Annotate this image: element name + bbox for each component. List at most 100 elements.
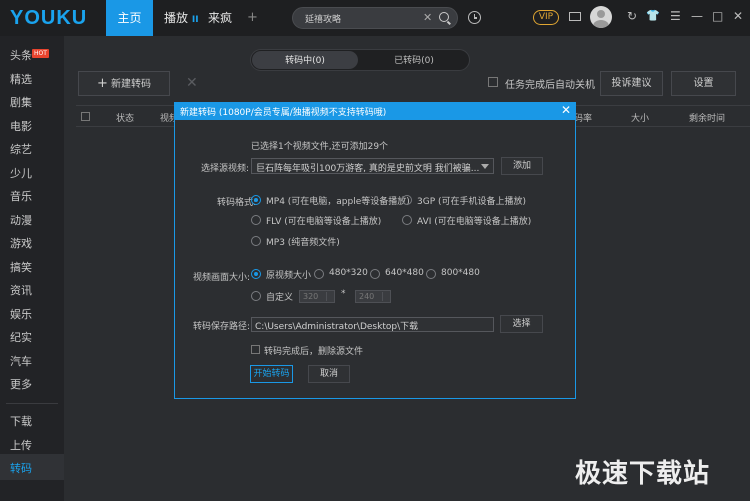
delete-source-checkbox[interactable] [251,345,260,354]
dialog-title: 新建转码 (1080P/会员专属/独播视频不支持转码哦) [180,108,387,118]
format-label: 转码格式: [217,198,257,208]
search-input[interactable]: 延禧攻略 [305,12,341,25]
add-tab-icon[interactable]: + [247,0,258,36]
delete-icon[interactable]: ✕ [186,75,198,91]
save-path-input[interactable]: C:\Users\Administrator\Desktop\下载 [251,317,494,332]
tab-play-label: 播放 [164,11,189,25]
size-original-label: 原视频大小 [266,271,312,281]
dialog-title-bar[interactable]: 新建转码 (1080P/会员专属/独播视频不支持转码哦) ✕ [175,103,575,120]
sidebar-item[interactable]: 资讯 [10,282,32,298]
size-custom-label: 自定义 [266,293,294,303]
vip-badge[interactable]: VIP [533,10,559,25]
sidebar-item-transcode[interactable]: 转码 [0,454,64,480]
dialog-close-icon[interactable]: ✕ [561,103,571,117]
close-icon[interactable]: ✕ [733,9,743,23]
sidebar-item[interactable]: 音乐 [10,188,32,204]
choose-path-button[interactable]: 选择 [500,315,543,333]
transcode-segment: 转码中(0) 已转码(0) [250,49,470,71]
sidebar-divider [6,403,58,404]
auto-shutdown-label: 任务完成后自动关机 [505,80,595,91]
chevron-down-icon [481,164,489,169]
custom-width-stepper[interactable]: 320 [299,290,335,303]
format-mp3-label: MP3 (纯音频文件) [266,238,340,248]
sidebar-item[interactable]: 综艺 [10,141,32,157]
youku-logo[interactable]: YOUKU [10,7,87,30]
size-480x320-label: 480*320 [329,268,368,278]
mail-icon[interactable] [569,12,581,21]
size-label: 视频画面大小: [193,273,251,283]
maximize-icon[interactable]: □ [712,9,723,23]
start-transcode-button[interactable]: 开始转码 [250,365,293,383]
feedback-button[interactable]: 投诉建议 [600,71,663,96]
sidebar-item-upload[interactable]: 上传 [10,437,32,453]
sidebar-item[interactable]: 游戏 [10,235,32,251]
source-video-value: 巨石阵每年吸引100万游客, 真的是史前文明 我们被骗... [256,164,480,174]
clear-icon[interactable]: ✕ [423,11,432,24]
tab-home[interactable]: 主页 [106,0,153,36]
size-800x480-label: 800*480 [441,268,480,278]
format-flv-radio[interactable] [251,215,261,225]
sidebar-item[interactable]: 娱乐 [10,306,32,322]
refresh-icon[interactable]: ↻ [627,9,637,23]
tab-transcoding-label: 转码中(0) [285,56,325,66]
custom-height-stepper[interactable]: 240 [355,290,391,303]
column-bitrate: 码率 [574,114,593,124]
size-480x320-radio[interactable] [314,269,324,279]
select-all-checkbox[interactable] [81,112,90,121]
cancel-button[interactable]: 取消 [308,365,350,383]
source-video-select[interactable]: 巨石阵每年吸引100万游客, 真的是史前文明 我们被骗... [251,158,494,174]
format-mp4-radio[interactable] [251,195,261,205]
selection-info: 已选择1个视频文件,还可添加29个 [251,142,389,152]
format-flv-label: FLV (可在电脑等设备上播放) [266,217,382,227]
settings-button[interactable]: 设置 [671,71,736,96]
size-custom-radio[interactable] [251,291,261,301]
watermark: 极速下载站 [575,459,711,489]
save-path-label: 转码保存路径: [193,322,251,332]
column-remaining-time: 剩余时间 [689,114,726,124]
new-transcode-label: 新建转码 [111,79,152,90]
tab-laifeng[interactable]: 来疯 [208,0,232,36]
size-640x480-label: 640*480 [385,268,424,278]
search-box[interactable]: 延禧攻略 ✕ [292,7,458,29]
size-original-radio[interactable] [251,269,261,279]
format-mp4-label: MP4 (可在电脑，apple等设备播放) [266,197,410,207]
format-avi-radio[interactable] [402,215,412,225]
add-button[interactable]: 添加 [501,157,543,175]
sidebar-item[interactable]: 动漫 [10,212,32,228]
format-avi-label: AVI (可在电脑等设备上播放) [417,217,532,227]
sidebar-item[interactable]: 剧集 [10,94,32,110]
sidebar-item[interactable]: 电影 [10,118,32,134]
pause-icon: II [191,15,199,25]
tab-transcoded[interactable]: 已转码(0) [361,53,467,66]
sidebar-item[interactable]: 少儿 [10,165,32,181]
menu-icon[interactable]: ☰ [670,9,681,23]
sidebar-item[interactable]: 汽车 [10,353,32,369]
sidebar-item-label: 转码 [10,462,32,475]
hot-badge: HOT [32,49,49,58]
sidebar-item[interactable]: 搞笑 [10,259,32,275]
new-transcode-button[interactable]: + 新建转码 [78,71,170,96]
tab-play[interactable]: 播放 II [164,0,199,36]
plus-icon: + [96,76,108,91]
source-label: 选择源视频: [201,164,250,174]
column-size: 大小 [631,114,650,124]
sidebar-item[interactable]: 更多 [10,376,32,392]
size-640x480-radio[interactable] [370,269,380,279]
delete-source-label: 转码完成后，删除源文件 [264,347,364,357]
tab-transcoding[interactable]: 转码中(0) [252,51,358,69]
times-label: * [341,289,346,299]
auto-shutdown-checkbox[interactable] [488,77,498,87]
avatar[interactable] [590,6,612,28]
sidebar-item[interactable]: 纪实 [10,329,32,345]
minimize-icon[interactable]: — [691,9,703,23]
format-3gp-radio[interactable] [402,195,412,205]
search-icon[interactable] [439,12,449,22]
sidebar-item[interactable]: 精选 [10,71,32,87]
format-mp3-radio[interactable] [251,236,261,246]
history-icon[interactable] [468,11,481,24]
sidebar-item-download[interactable]: 下载 [10,413,32,429]
sidebar-item[interactable]: 头条 [10,47,32,63]
column-status: 状态 [116,114,135,124]
size-800x480-radio[interactable] [426,269,436,279]
skin-icon[interactable]: 👕 [646,9,660,22]
